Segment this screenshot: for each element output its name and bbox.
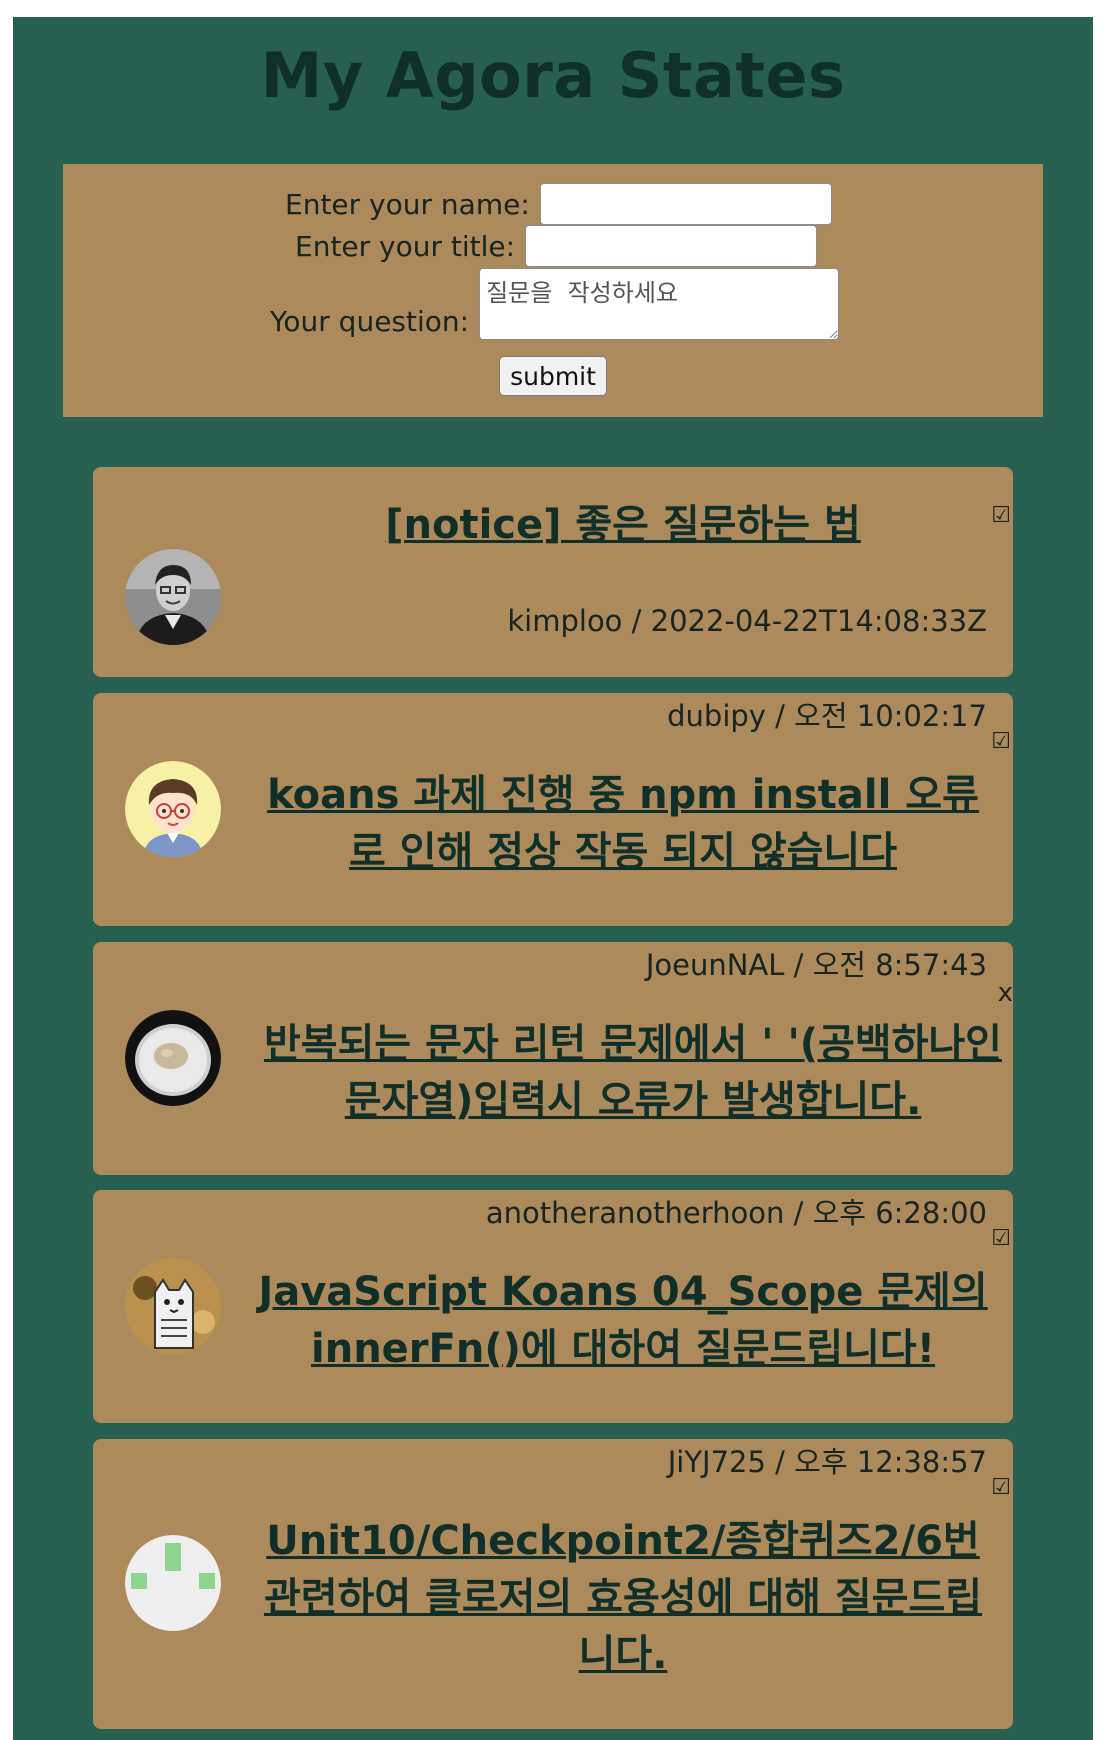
plate-photo-icon <box>125 1010 221 1106</box>
discussion-info-1: dubipy / 오전 10:02:17 <box>667 699 987 733</box>
question-form: Enter your name: Enter your title: Your … <box>63 164 1043 417</box>
page-container: My Agora States Enter your name: Enter y… <box>13 17 1093 1740</box>
avatar-3[interactable] <box>125 1258 221 1354</box>
title-label: Enter your title: <box>295 229 516 263</box>
app-title: My Agora States <box>260 39 846 112</box>
discussion-title-link[interactable]: 반복되는 문자 리턴 문제에서 ' '(공백하나인 문자열)입력시 오류가 발생… <box>264 1021 1002 1124</box>
avatar-0[interactable] <box>125 549 221 645</box>
unanswered-x-icon: x <box>997 978 1013 1008</box>
discussion-info-2: JoeunNAL / 오전 8:57:43 <box>645 948 987 982</box>
answered-checkbox-icon: ☑ <box>991 1475 1011 1500</box>
answered-checkbox-icon: ☑ <box>991 729 1011 754</box>
title-input[interactable] <box>525 225 818 267</box>
discussion-title-1: koans 과제 진행 중 npm install 오류로 인해 정상 작동 되… <box>253 767 993 881</box>
avatar-2[interactable] <box>125 1010 221 1106</box>
discussion-title-0: [notice] 좋은 질문하는 법 <box>253 497 993 554</box>
question-textarea[interactable] <box>479 268 840 340</box>
avatar-1[interactable] <box>125 761 221 857</box>
name-label: Enter your name: <box>285 187 530 221</box>
discussion-item-0: [notice] 좋은 질문하는 법 ☑ kimploo / 2022-04-2… <box>93 467 1013 677</box>
discussion-item-2: 반복되는 문자 리턴 문제에서 ' '(공백하나인 문자열)입력시 오류가 발생… <box>93 942 1013 1175</box>
discussion-info-3: anotheranotherhoon / 오후 6:28:00 <box>485 1196 987 1230</box>
identicon-icon <box>125 1535 221 1631</box>
question-row: Your question: <box>270 268 840 340</box>
answered-checkbox-icon: ☑ <box>991 503 1011 528</box>
discussion-item-3: JavaScript Koans 04_Scope 문제의 innerFn()에… <box>93 1190 1013 1423</box>
discussion-title-link[interactable]: JavaScript Koans 04_Scope 문제의 innerFn()에… <box>258 1269 987 1372</box>
person-photo-icon <box>125 549 221 645</box>
discussion-title-link[interactable]: koans 과제 진행 중 npm install 오류로 인해 정상 작동 되… <box>267 772 979 875</box>
avatar-4[interactable] <box>125 1535 221 1631</box>
name-input[interactable] <box>539 183 832 225</box>
title-row: Enter your title: <box>295 225 818 267</box>
name-row: Enter your name: <box>285 183 832 225</box>
discussion-title-4: Unit10/Checkpoint2/종합퀴즈2/6번 관련하여 클로저의 효용… <box>253 1513 993 1684</box>
cat-drawing-icon <box>125 1258 221 1354</box>
discussion-title-link[interactable]: [notice] 좋은 질문하는 법 <box>385 502 861 548</box>
answered-checkbox-icon: ☑ <box>991 1226 1011 1251</box>
discussion-info-4: JiYJ725 / 오후 12:38:57 <box>667 1445 987 1479</box>
discussion-info-0: kimploo / 2022-04-22T14:08:33Z <box>507 604 987 638</box>
discussion-title-link[interactable]: Unit10/Checkpoint2/종합퀴즈2/6번 관련하여 클로저의 효용… <box>264 1518 982 1678</box>
question-label: Your question: <box>270 305 470 338</box>
discussion-title-2: 반복되는 문자 리턴 문제에서 ' '(공백하나인 문자열)입력시 오류가 발생… <box>253 1016 1013 1130</box>
discussion-item-1: koans 과제 진행 중 npm install 오류로 인해 정상 작동 되… <box>93 693 1013 926</box>
discussion-item-4: Unit10/Checkpoint2/종합퀴즈2/6번 관련하여 클로저의 효용… <box>93 1439 1013 1729</box>
discussion-title-3: JavaScript Koans 04_Scope 문제의 innerFn()에… <box>253 1264 993 1378</box>
cartoon-boy-icon <box>125 761 221 857</box>
submit-button[interactable]: submit <box>499 356 607 396</box>
